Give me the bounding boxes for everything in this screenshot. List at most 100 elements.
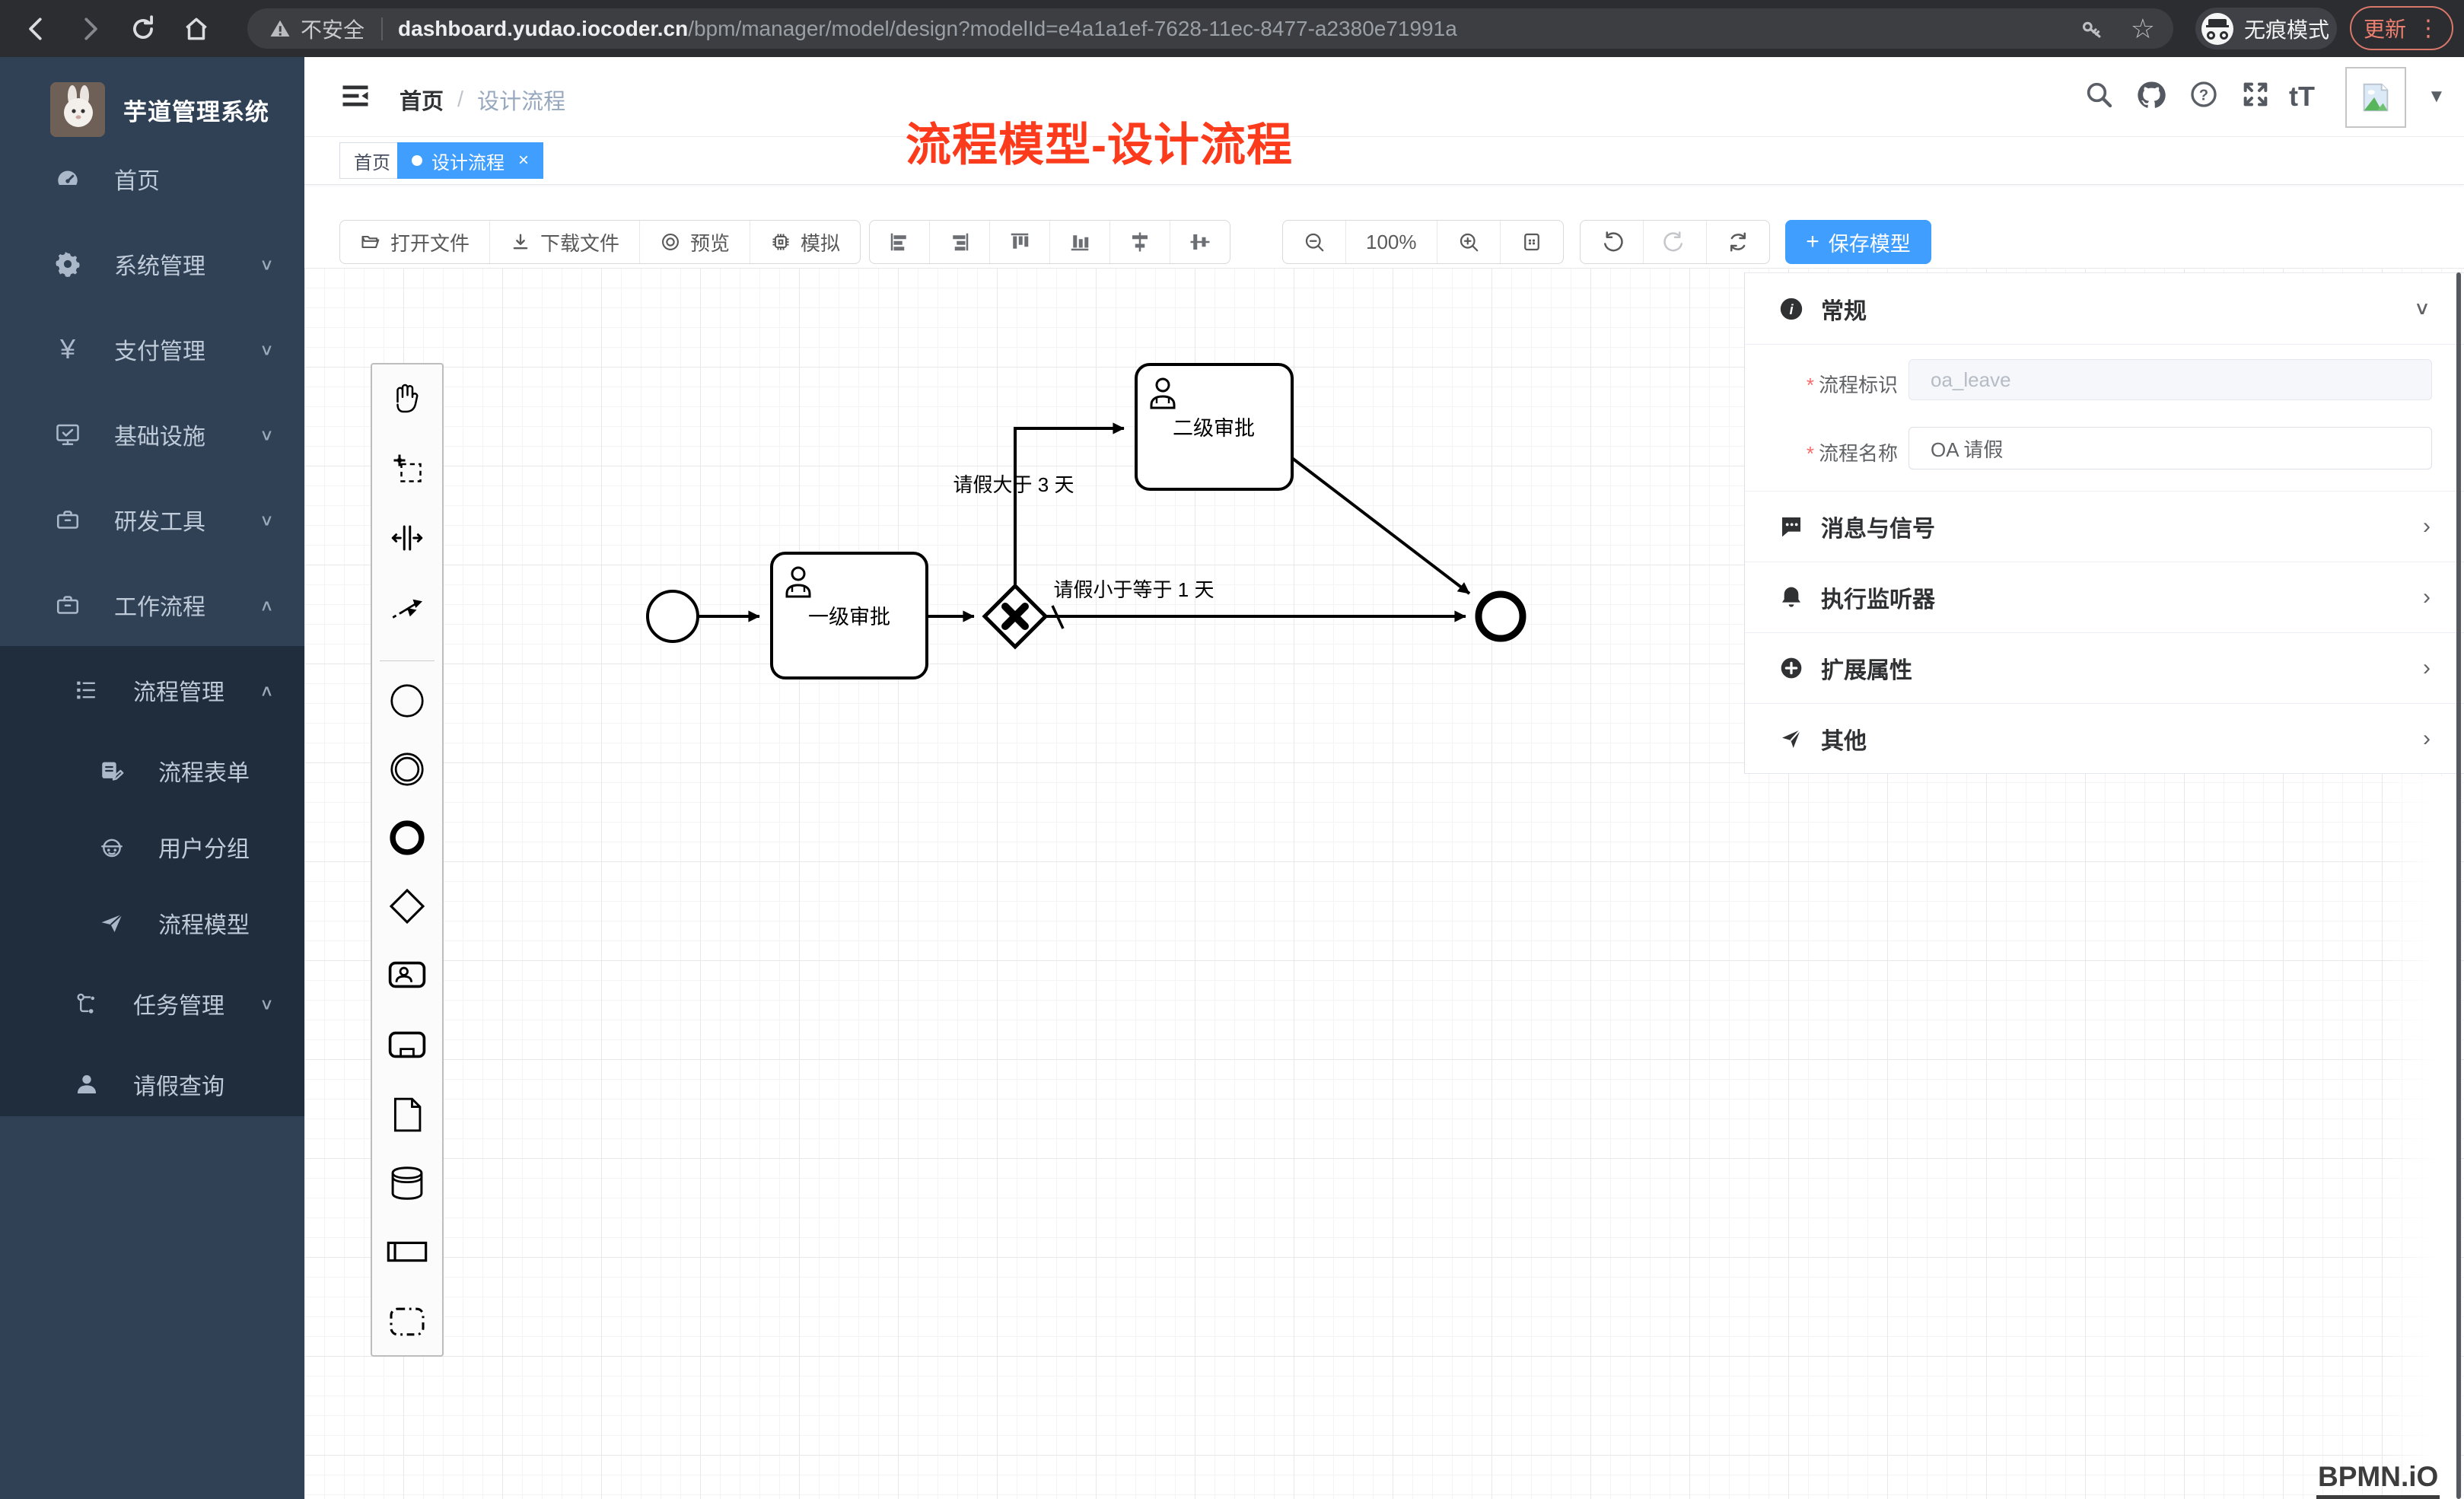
lasso-tool[interactable] (372, 434, 442, 501)
align-top-button[interactable] (989, 221, 1049, 263)
create-gateway[interactable] (372, 873, 442, 940)
create-start-event[interactable] (372, 667, 442, 734)
open-file-button[interactable]: 打开文件 (340, 221, 489, 263)
align-center-horizontal-button[interactable] (1109, 221, 1170, 263)
align-bottom-button[interactable] (1049, 221, 1109, 263)
active-dot-icon (412, 155, 422, 166)
sidebar-item-process-form[interactable]: 流程表单 (0, 728, 304, 813)
send-icon (1778, 727, 1804, 751)
create-end-event[interactable] (372, 804, 442, 871)
sidebar-item-workflow[interactable]: 工作流程 ∧ (0, 562, 304, 648)
create-data-object[interactable] (372, 1081, 442, 1148)
tab-close-icon[interactable]: × (518, 150, 529, 171)
save-model-button[interactable]: + 保存模型 (1785, 220, 1931, 264)
monitor-icon (53, 420, 82, 449)
refresh-button[interactable] (1706, 221, 1769, 263)
sidebar-item-process-model[interactable]: 流程模型 (0, 880, 304, 966)
download-file-button[interactable]: 下载文件 (489, 221, 639, 263)
broken-image-icon (2358, 80, 2393, 115)
align-right-button[interactable] (929, 221, 989, 263)
sidebar-item-leave-query[interactable]: 请假查询 (0, 1042, 304, 1127)
create-group[interactable] (372, 1288, 442, 1355)
browser-forward-icon[interactable] (73, 12, 107, 46)
create-data-store[interactable] (372, 1150, 442, 1217)
browser-update-button[interactable]: 更新 ⋮ (2350, 6, 2453, 50)
browser-home-icon[interactable] (180, 12, 213, 46)
zoom-reset-button[interactable] (1500, 221, 1563, 263)
sidebar-item-task-mgmt[interactable]: 任务管理 ∨ (0, 961, 304, 1046)
avatar[interactable] (2345, 67, 2406, 128)
font-size-icon[interactable]: tT (2289, 81, 2315, 113)
space-tool[interactable] (372, 504, 442, 571)
start-event[interactable] (648, 591, 698, 641)
preview-button[interactable]: 预览 (639, 221, 750, 263)
tab-label: 首页 (354, 148, 390, 174)
briefcase-icon (53, 505, 82, 534)
sidebar: 芋道管理系统 首页 系统管理 ∨ ¥ 支付管理 ∨ 基础设施 ∨ 研发工具 ∨ … (0, 57, 304, 1499)
form-edit-icon (97, 756, 126, 785)
url-bar[interactable]: 不安全 dashboard.yudao.iocoder.cn/bpm/manag… (247, 8, 2173, 49)
create-intermediate-event[interactable] (372, 736, 442, 803)
password-key-icon[interactable] (2079, 16, 2105, 42)
section-other[interactable]: 其他 › (1745, 703, 2464, 774)
task-level2-approval[interactable]: 二级审批 (1136, 364, 1292, 489)
sidebar-item-home[interactable]: 首页 (0, 136, 304, 221)
breadcrumb-home[interactable]: 首页 (400, 84, 444, 116)
zoom-in-button[interactable] (1437, 221, 1500, 263)
bell-icon (1778, 585, 1804, 609)
sidebar-item-user-group[interactable]: 用户分组 (0, 804, 304, 890)
avatar-caret-icon[interactable]: ▼ (2427, 86, 2446, 107)
download-icon (510, 231, 531, 253)
simulate-button[interactable]: 模拟 (750, 221, 860, 263)
section-execution-listener[interactable]: 执行监听器 › (1745, 562, 2464, 632)
sidebar-item-system[interactable]: 系统管理 ∨ (0, 221, 304, 307)
flow-gateway-to-task2[interactable] (1015, 428, 1124, 584)
chevron-down-icon: ∨ (259, 340, 274, 359)
sidebar-item-infra[interactable]: 基础设施 ∨ (0, 392, 304, 477)
incognito-label: 无痕模式 (2244, 14, 2329, 44)
browser-back-icon[interactable] (20, 12, 53, 46)
insecure-warning-icon (269, 18, 291, 40)
create-user-task[interactable] (372, 941, 442, 1008)
search-icon[interactable] (2084, 79, 2114, 113)
condition-label-gt[interactable]: 请假大于 3 天 (953, 473, 1074, 496)
undo-button[interactable] (1581, 221, 1643, 263)
sidebar-label: 基础设施 (114, 418, 205, 451)
sidebar-item-process-mgmt[interactable]: 流程管理 ∧ (0, 648, 304, 733)
task-level1-approval[interactable]: 一级审批 (772, 553, 927, 678)
hand-tool[interactable] (372, 364, 442, 431)
person-icon (72, 1070, 101, 1099)
align-left-button[interactable] (870, 221, 929, 263)
redo-button[interactable] (1643, 221, 1706, 263)
create-participant[interactable] (372, 1218, 442, 1285)
info-icon: i (1778, 296, 1804, 322)
vertical-scrollbar[interactable] (2456, 272, 2461, 1499)
bookmark-star-icon[interactable]: ☆ (2131, 15, 2155, 43)
open-file-label: 打开文件 (390, 228, 470, 256)
end-event[interactable] (1479, 594, 1523, 638)
create-subprocess[interactable] (372, 1011, 442, 1078)
tab-design-process[interactable]: 设计流程 × (397, 142, 543, 179)
tab-home[interactable]: 首页 (339, 142, 405, 179)
github-icon[interactable] (2135, 79, 2167, 115)
help-icon[interactable]: ? (2189, 79, 2219, 113)
sidebar-collapse-icon[interactable] (339, 80, 371, 116)
sidebar-item-devtools[interactable]: 研发工具 ∨ (0, 477, 304, 562)
global-connect-tool[interactable] (372, 574, 442, 641)
align-center-vertical-button[interactable] (1170, 221, 1230, 263)
flow-task2-to-end[interactable] (1292, 458, 1469, 594)
browser-menu-icon[interactable]: ⋮ (2417, 15, 2440, 42)
browser-reload-icon[interactable] (126, 12, 160, 46)
process-name-input[interactable] (1908, 427, 2432, 469)
section-extension-attrs[interactable]: 扩展属性 › (1745, 632, 2464, 703)
process-key-input[interactable] (1908, 359, 2432, 400)
zoom-out-button[interactable] (1283, 221, 1345, 263)
condition-label-le[interactable]: 请假小于等于 1 天 (1054, 578, 1214, 601)
exclusive-gateway[interactable] (985, 586, 1046, 647)
browser-toolbar: 不安全 dashboard.yudao.iocoder.cn/bpm/manag… (0, 0, 2464, 57)
url-domain: dashboard.yudao.iocoder.cn (398, 17, 688, 40)
sidebar-item-payment[interactable]: ¥ 支付管理 ∨ (0, 307, 304, 392)
section-message-signal[interactable]: 消息与信号 › (1745, 491, 2464, 562)
section-general[interactable]: i 常规 ∨ (1745, 273, 2464, 344)
fullscreen-icon[interactable] (2240, 79, 2271, 113)
